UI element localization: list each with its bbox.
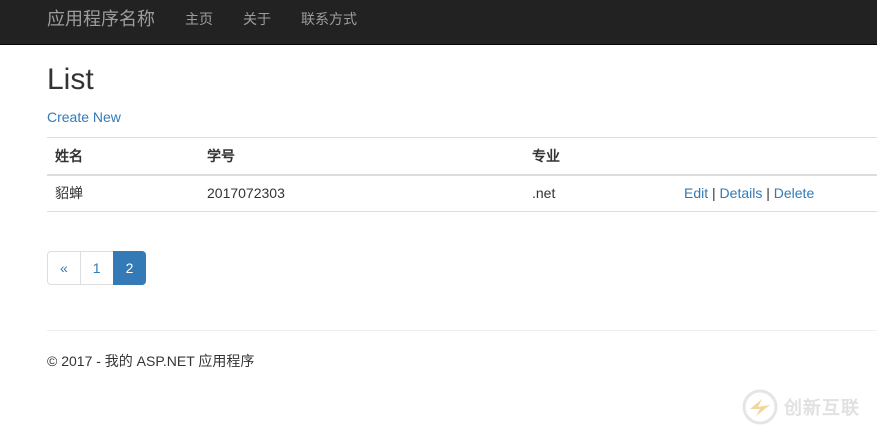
pagination-page-2[interactable]: 2 bbox=[112, 251, 147, 285]
table-header: 姓名 学号 专业 bbox=[47, 137, 877, 175]
cell-actions: Edit | Details | Delete bbox=[676, 175, 877, 212]
edit-link[interactable]: Edit bbox=[684, 185, 708, 201]
action-separator: | bbox=[766, 185, 770, 202]
watermark-text: 创新互联 bbox=[784, 398, 860, 418]
delete-link[interactable]: Delete bbox=[774, 185, 814, 201]
cell-student-id: 2017072303 bbox=[207, 185, 285, 202]
column-header-name: 姓名 bbox=[55, 147, 83, 164]
nav-link-about[interactable]: 关于 bbox=[243, 0, 271, 38]
action-separator: | bbox=[712, 185, 716, 202]
brand-link[interactable]: 应用程序名称 bbox=[47, 0, 155, 38]
pagination-previous-button[interactable]: « bbox=[47, 251, 81, 285]
watermark-logo-icon bbox=[742, 389, 778, 425]
students-table: 姓名 学号 专业 貂蝉 2017072303 .net Edit | Detai… bbox=[47, 137, 877, 212]
column-header-actions bbox=[676, 138, 877, 175]
nav-link-contact[interactable]: 联系方式 bbox=[301, 0, 357, 38]
column-header-student-id: 学号 bbox=[207, 147, 235, 164]
footer-divider bbox=[47, 330, 877, 331]
table-row: 貂蝉 2017072303 .net Edit | Details | Dele… bbox=[47, 175, 877, 212]
cell-major: .net bbox=[532, 185, 556, 202]
navbar: 应用程序名称 主页 关于 联系方式 bbox=[0, 0, 877, 45]
page-title: List bbox=[47, 63, 94, 96]
cell-name: 貂蝉 bbox=[55, 185, 83, 202]
column-header-major: 专业 bbox=[532, 147, 560, 164]
footer-copyright: © 2017 - 我的 ASP.NET 应用程序 bbox=[47, 353, 255, 369]
pagination-page-1[interactable]: 1 bbox=[79, 251, 114, 285]
details-link[interactable]: Details bbox=[720, 185, 763, 201]
watermark: 创新互联 bbox=[742, 389, 860, 425]
nav-link-home[interactable]: 主页 bbox=[185, 0, 213, 38]
table-body: 貂蝉 2017072303 .net Edit | Details | Dele… bbox=[47, 175, 877, 212]
create-new-link[interactable]: Create New bbox=[47, 108, 121, 126]
table-header-row: 姓名 学号 专业 bbox=[47, 137, 877, 175]
pagination: « 1 2 bbox=[47, 251, 147, 285]
